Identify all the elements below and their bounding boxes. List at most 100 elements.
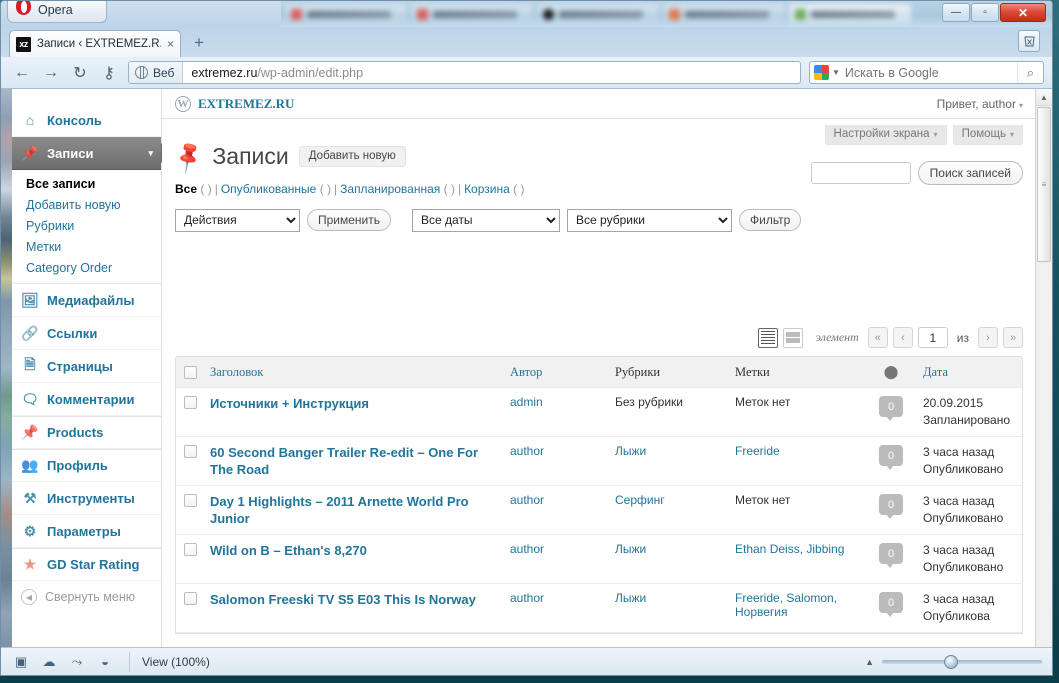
- forward-button[interactable]: →: [38, 61, 64, 85]
- speed-icon[interactable]: ◒: [91, 652, 119, 672]
- post-search-button[interactable]: Поиск записей: [918, 161, 1023, 185]
- tab-close-icon[interactable]: ×: [167, 37, 174, 51]
- screen-options-tab[interactable]: Настройки экрана▾: [825, 125, 947, 145]
- scroll-up-button[interactable]: ▲: [1036, 89, 1052, 106]
- back-button[interactable]: ←: [9, 61, 35, 85]
- view-zoom-label[interactable]: View (100%): [129, 652, 210, 672]
- maximize-button[interactable]: ▫: [971, 3, 999, 22]
- post-title-link[interactable]: Источники + Инструкция: [210, 396, 369, 411]
- submenu-item-category-order[interactable]: Category Order: [12, 257, 161, 278]
- sidebar-item-gd-star-rating[interactable]: ★ GD Star Rating: [12, 548, 161, 581]
- close-button[interactable]: ✕: [1000, 3, 1046, 22]
- first-page-button[interactable]: «: [868, 327, 888, 348]
- sidebar-item-tools[interactable]: ⚒ Инструменты: [12, 482, 161, 515]
- collapse-menu-button[interactable]: ◀ Свернуть меню: [12, 581, 161, 613]
- post-categories[interactable]: Лыжи: [615, 444, 646, 458]
- cloud-icon[interactable]: ☁: [35, 652, 63, 672]
- last-page-button[interactable]: »: [1003, 327, 1023, 348]
- sidebar-item-profile[interactable]: 👥 Профиль: [12, 449, 161, 482]
- post-tags[interactable]: Freeride: [735, 444, 780, 458]
- sidebar-item-products[interactable]: 📌 Products: [12, 416, 161, 449]
- scrollbar-thumb[interactable]: ≡: [1037, 107, 1051, 262]
- comment-count-badge[interactable]: 0: [879, 494, 903, 515]
- site-name[interactable]: W EXTREMEZ.RU: [175, 96, 294, 112]
- column-header-comments[interactable]: ⬤: [865, 357, 923, 387]
- new-tab-button[interactable]: +: [191, 36, 207, 52]
- zoom-expand-icon[interactable]: ▲: [865, 657, 874, 667]
- post-author-link[interactable]: admin: [510, 395, 543, 409]
- sidebar-item-media[interactable]: 🖼 Медиафайлы: [12, 284, 161, 317]
- key-icon[interactable]: ⚷: [96, 61, 122, 85]
- search-input[interactable]: Искать в Google: [845, 66, 1017, 80]
- post-author-link[interactable]: author: [510, 542, 544, 556]
- account-menu[interactable]: Привет, author▾: [937, 97, 1023, 111]
- row-checkbox[interactable]: [176, 535, 210, 583]
- post-title-link[interactable]: 60 Second Banger Trailer Re-edit – One F…: [210, 445, 478, 477]
- sidebar-item-links[interactable]: 🔗 Ссылки: [12, 317, 161, 350]
- current-page-input[interactable]: 1: [918, 327, 948, 348]
- url-bar[interactable]: Веб extremez.ru/wp-admin/edit.php: [128, 61, 801, 84]
- comment-count-badge[interactable]: 0: [879, 592, 903, 613]
- select-all-checkbox[interactable]: [176, 358, 210, 386]
- comment-count-badge[interactable]: 0: [879, 396, 903, 417]
- help-tab[interactable]: Помощь▾: [953, 125, 1023, 145]
- post-categories[interactable]: Лыжи: [615, 542, 646, 556]
- post-tags[interactable]: Ethan Deiss, Jibbing: [735, 542, 844, 556]
- status-link-scheduled[interactable]: Запланированная ( ): [340, 182, 455, 196]
- reload-button[interactable]: ↻: [67, 61, 93, 85]
- post-categories[interactable]: Серфинг: [615, 493, 665, 507]
- list-view-icon[interactable]: [758, 328, 778, 348]
- sidebar-item-settings[interactable]: ⚙ Параметры: [12, 515, 161, 548]
- column-header-author[interactable]: Автор: [510, 358, 615, 387]
- submenu-item-tags[interactable]: Метки: [12, 236, 161, 257]
- date-filter-select[interactable]: Все даты: [412, 209, 560, 232]
- submenu-item-add-new[interactable]: Добавить новую: [12, 194, 161, 215]
- excerpt-view-icon[interactable]: [783, 328, 803, 348]
- row-checkbox[interactable]: [176, 388, 210, 436]
- trash-icon[interactable]: [1018, 30, 1040, 52]
- search-submit-icon[interactable]: ⌕: [1017, 62, 1043, 83]
- table-row[interactable]: Salomon Freeski TV S5 E03 This Is Norway…: [176, 584, 1022, 633]
- sidebar-item-comments[interactable]: 🗨 Комментарии: [12, 383, 161, 416]
- comment-count-badge[interactable]: 0: [879, 543, 903, 564]
- post-search-input[interactable]: [811, 162, 911, 184]
- post-title-link[interactable]: Wild on B – Ethan's 8,270: [210, 543, 367, 558]
- post-author-link[interactable]: author: [510, 493, 544, 507]
- add-new-button[interactable]: Добавить новую: [299, 146, 406, 167]
- post-title-link[interactable]: Day 1 Highlights – 2011 Arnette World Pr…: [210, 494, 469, 526]
- table-row[interactable]: 60 Second Banger Trailer Re-edit – One F…: [176, 437, 1022, 486]
- category-filter-select[interactable]: Все рубрики: [567, 209, 732, 232]
- opera-menu-button[interactable]: Opera: [7, 0, 107, 23]
- submenu-item-all-posts[interactable]: Все записи: [12, 173, 161, 194]
- browser-search-box[interactable]: ▼ Искать в Google ⌕: [809, 61, 1044, 84]
- page-scrollbar[interactable]: ▲ ≡: [1035, 89, 1052, 647]
- post-categories[interactable]: Лыжи: [615, 591, 646, 605]
- row-checkbox[interactable]: [176, 486, 210, 534]
- table-row[interactable]: Источники + Инструкция admin Без рубрики…: [176, 388, 1022, 437]
- panels-icon[interactable]: ▣: [7, 652, 35, 672]
- next-page-button[interactable]: ›: [978, 327, 998, 348]
- comment-count-badge[interactable]: 0: [879, 445, 903, 466]
- post-author-link[interactable]: author: [510, 444, 544, 458]
- post-author-link[interactable]: author: [510, 591, 544, 605]
- status-link-all[interactable]: Все ( ): [175, 182, 212, 196]
- row-checkbox[interactable]: [176, 437, 210, 485]
- status-link-published[interactable]: Опубликованные ( ): [221, 182, 331, 196]
- status-link-trash[interactable]: Корзина ( ): [464, 182, 524, 196]
- minimize-button[interactable]: —: [942, 3, 970, 22]
- sidebar-item-posts[interactable]: 📌 Записи ▾: [12, 137, 161, 170]
- submenu-item-categories[interactable]: Рубрики: [12, 215, 161, 236]
- zoom-slider-thumb[interactable]: [944, 655, 958, 669]
- chevron-down-icon[interactable]: ▼: [832, 68, 840, 77]
- prev-page-button[interactable]: ‹: [893, 327, 913, 348]
- share-icon[interactable]: ⤳: [63, 652, 91, 672]
- sidebar-item-pages[interactable]: 🗎 Страницы: [12, 350, 161, 383]
- column-header-date[interactable]: Дата: [923, 358, 1013, 387]
- post-title-link[interactable]: Salomon Freeski TV S5 E03 This Is Norway: [210, 592, 476, 607]
- sidebar-item-dashboard[interactable]: ⌂ Консоль: [12, 104, 161, 137]
- table-row[interactable]: Day 1 Highlights – 2011 Arnette World Pr…: [176, 486, 1022, 535]
- zoom-slider[interactable]: [882, 655, 1042, 669]
- column-header-title[interactable]: Заголовок: [210, 358, 510, 387]
- tab-posts[interactable]: xz Записи ‹ EXTREMEZ.R... ×: [9, 30, 181, 57]
- apply-button[interactable]: Применить: [307, 209, 391, 231]
